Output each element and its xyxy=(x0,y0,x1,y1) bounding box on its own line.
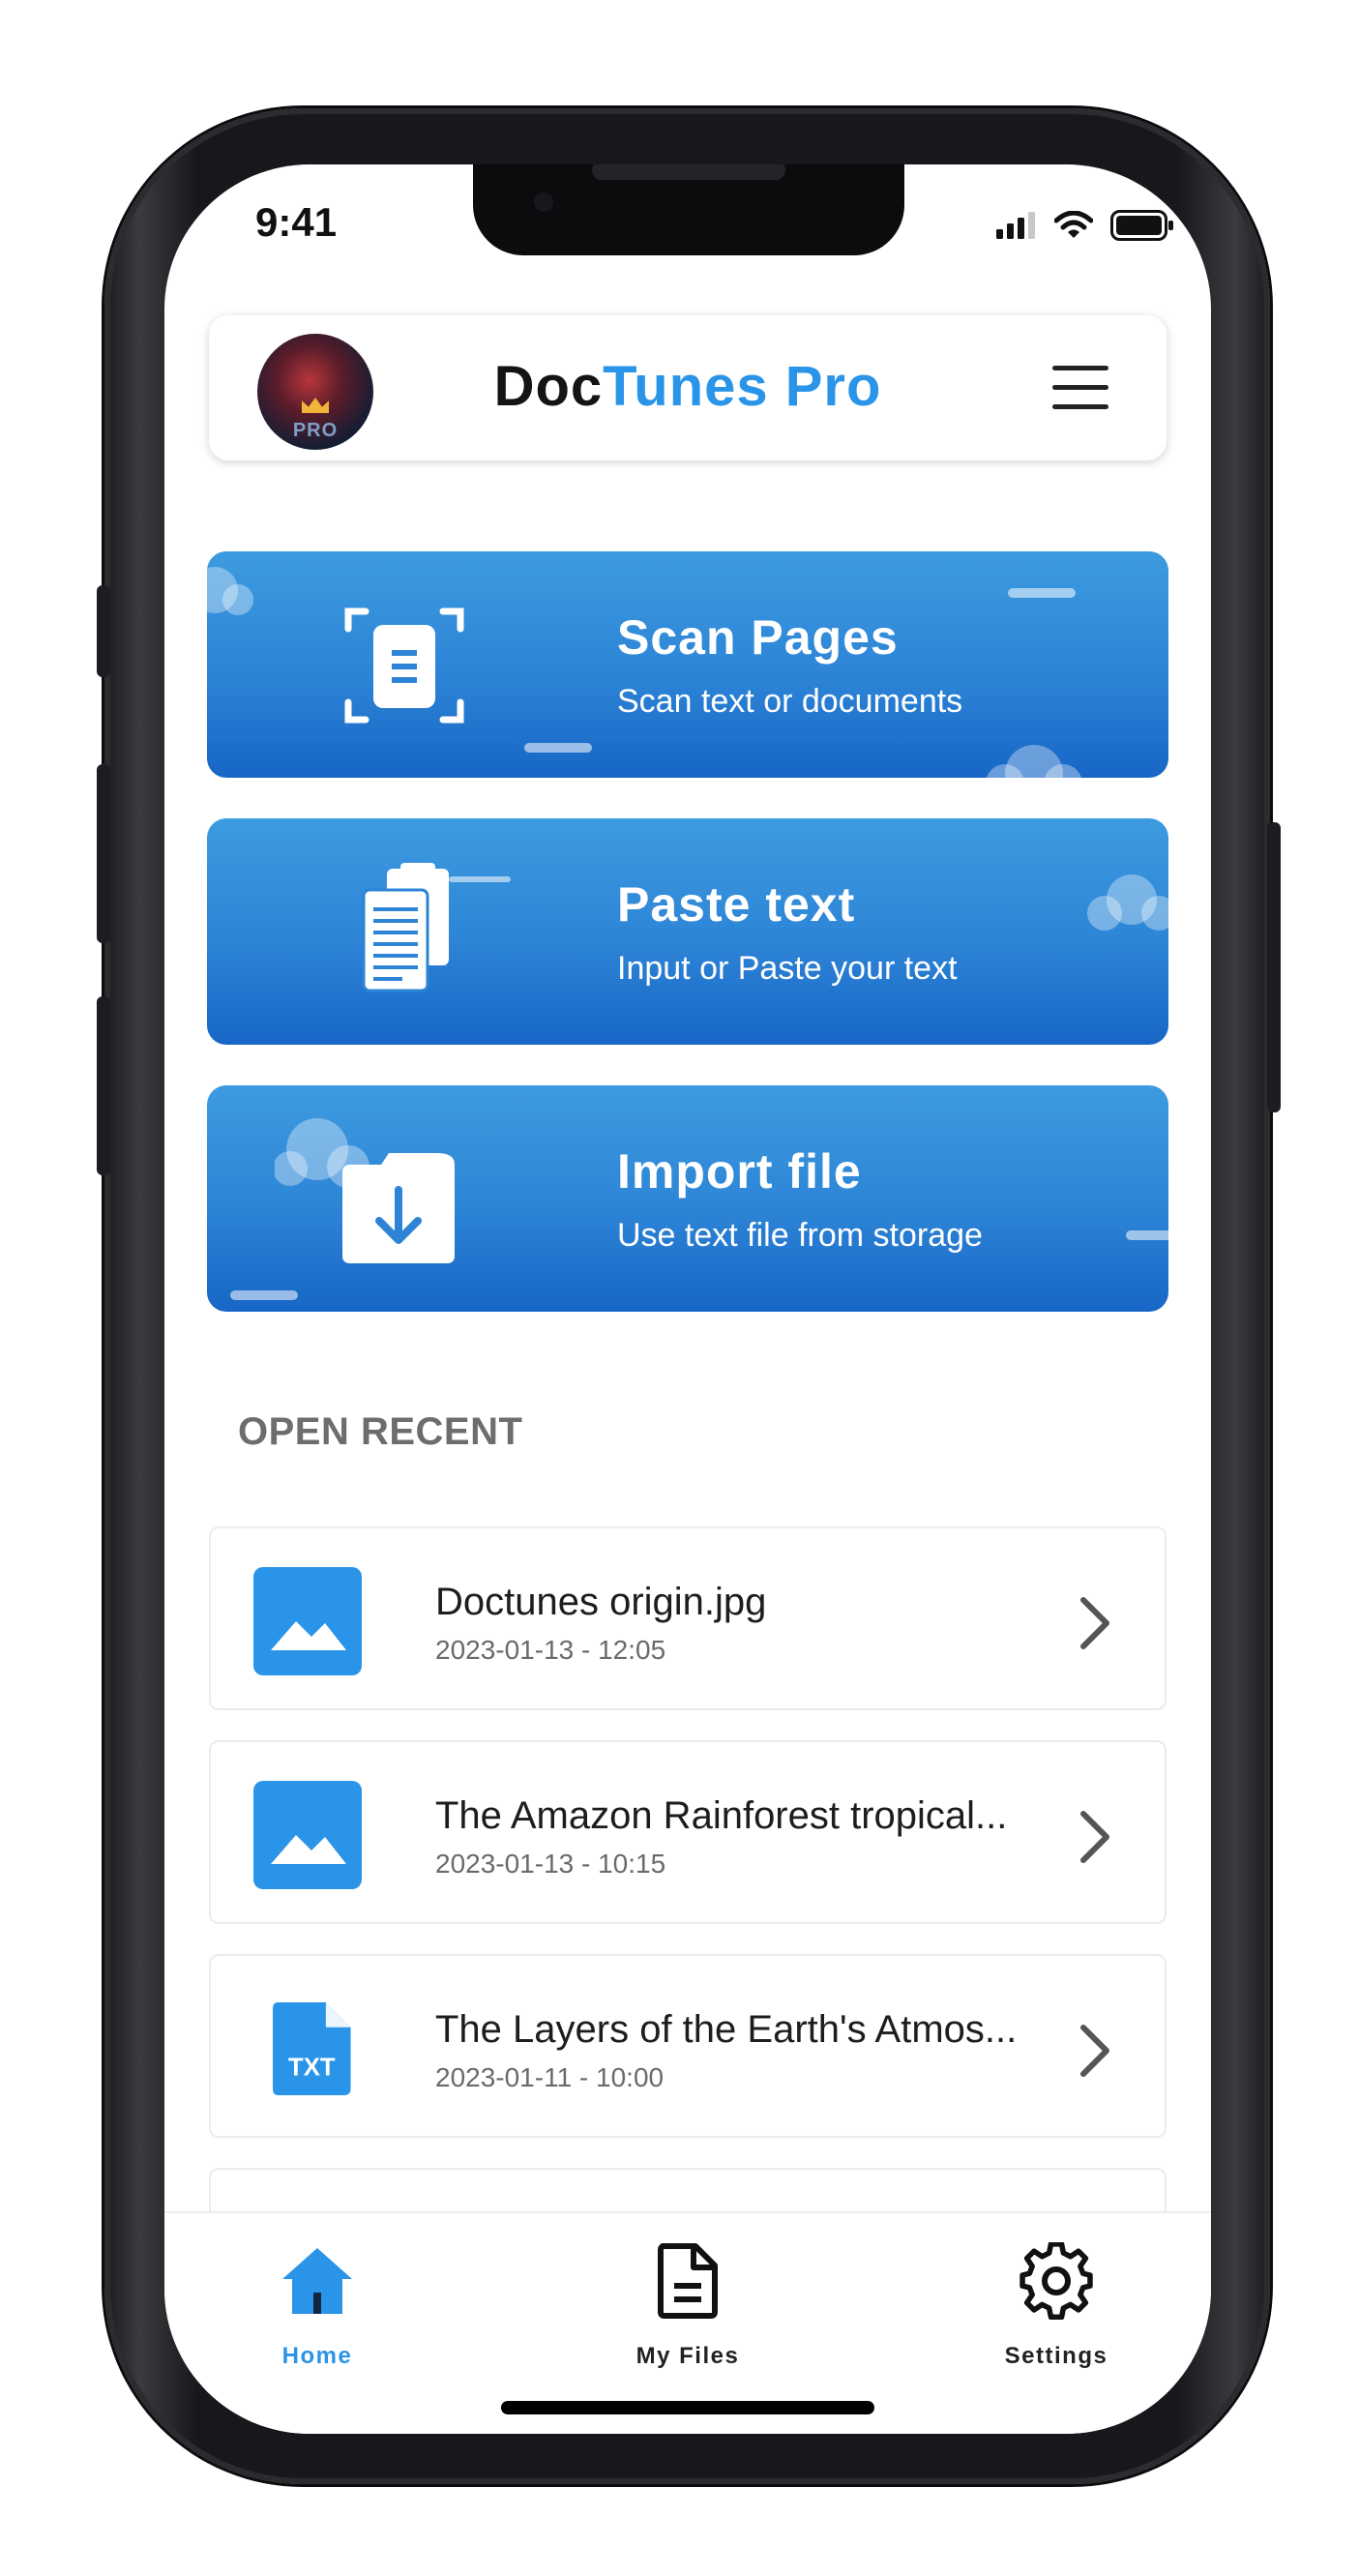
volume-down-button xyxy=(97,996,110,1175)
cellular-signal-icon xyxy=(996,212,1035,239)
speaker-grille xyxy=(592,164,785,180)
tab-my-files[interactable]: My Files xyxy=(591,2242,784,2387)
scan-document-icon xyxy=(344,607,464,724)
app-title: DocTunes Pro xyxy=(209,354,1167,419)
tab-settings[interactable]: Settings xyxy=(960,2242,1153,2387)
chevron-right-icon xyxy=(1080,2025,1109,2077)
hamburger-menu-icon[interactable] xyxy=(1052,366,1108,410)
import-file-subtitle: Use text file from storage xyxy=(617,1217,983,1254)
cloud-decoration xyxy=(1087,874,1168,931)
app-title-tunes-pro: Tunes Pro xyxy=(603,355,882,418)
home-indicator xyxy=(501,2401,874,2414)
paste-text-subtitle: Input or Paste your text xyxy=(617,950,958,987)
dash-decoration xyxy=(1126,1230,1168,1240)
import-file-title: Import file xyxy=(617,1144,862,1199)
status-icons xyxy=(996,209,1174,242)
pro-badge: PRO xyxy=(292,420,339,441)
volume-up-button xyxy=(97,764,110,943)
mute-switch xyxy=(97,585,110,677)
chevron-right-icon xyxy=(1080,1811,1109,1863)
document-icon xyxy=(658,2243,718,2319)
tab-my-files-label: My Files xyxy=(635,2343,740,2369)
tab-home-label: Home xyxy=(281,2343,353,2369)
app-screen: 9:41 PRO DocTunes Pro Scan Pages Scan te… xyxy=(164,164,1211,2434)
paste-text-card[interactable]: Paste text Input or Paste your text xyxy=(207,818,1168,1045)
bottom-tab-bar: Home My Files Settings xyxy=(164,2211,1211,2434)
app-header: PRO DocTunes Pro xyxy=(209,315,1167,460)
image-file-icon xyxy=(253,1781,362,1889)
file-name: The Amazon Rainforest tropical... xyxy=(435,1794,1008,1837)
home-icon xyxy=(282,2248,352,2314)
file-name: Doctunes origin.jpg xyxy=(435,1581,767,1623)
scan-pages-subtitle: Scan text or documents xyxy=(617,683,963,720)
camera-icon xyxy=(527,186,560,219)
dash-decoration xyxy=(524,743,592,753)
tab-home[interactable]: Home xyxy=(221,2242,414,2387)
scan-pages-title: Scan Pages xyxy=(617,610,899,665)
txt-file-icon: TXT xyxy=(273,2002,351,2095)
status-time: 9:41 xyxy=(255,199,338,245)
list-item[interactable]: The Amazon Rainforest tropical... 2023-0… xyxy=(209,1740,1167,1924)
power-button xyxy=(1267,822,1281,1112)
dash-decoration xyxy=(230,1290,298,1300)
gear-icon xyxy=(1019,2242,1093,2320)
notch xyxy=(473,164,904,255)
list-item[interactable]: TXT The Layers of the Earth's Atmos... 2… xyxy=(209,1954,1167,2138)
dash-decoration xyxy=(1008,588,1076,598)
import-file-card[interactable]: Import file Use text file from storage xyxy=(207,1085,1168,1312)
wifi-icon xyxy=(1054,211,1093,238)
open-recent-heading: OPEN RECENT xyxy=(238,1410,523,1453)
scan-pages-card[interactable]: Scan Pages Scan text or documents xyxy=(207,551,1168,778)
list-item[interactable]: Doctunes origin.jpg 2023-01-13 - 12:05 xyxy=(209,1526,1167,1710)
file-date: 2023-01-11 - 10:00 xyxy=(435,2062,665,2092)
cloud-decoration xyxy=(207,567,253,615)
paste-text-title: Paste text xyxy=(617,877,856,932)
image-file-icon xyxy=(253,1567,362,1675)
chevron-right-icon xyxy=(1080,1597,1109,1649)
battery-icon xyxy=(1110,210,1173,241)
txt-label: TXT xyxy=(288,2054,336,2081)
tab-settings-label: Settings xyxy=(1004,2343,1108,2369)
cloud-decoration xyxy=(986,745,1082,778)
file-date: 2023-01-13 - 12:05 xyxy=(435,1635,666,1665)
paste-clipboard-icon xyxy=(362,863,449,992)
file-name: The Layers of the Earth's Atmos... xyxy=(435,2008,1018,2051)
file-date: 2023-01-13 - 10:15 xyxy=(435,1849,666,1879)
app-title-doc: Doc xyxy=(493,355,604,418)
import-download-icon xyxy=(342,1153,455,1263)
